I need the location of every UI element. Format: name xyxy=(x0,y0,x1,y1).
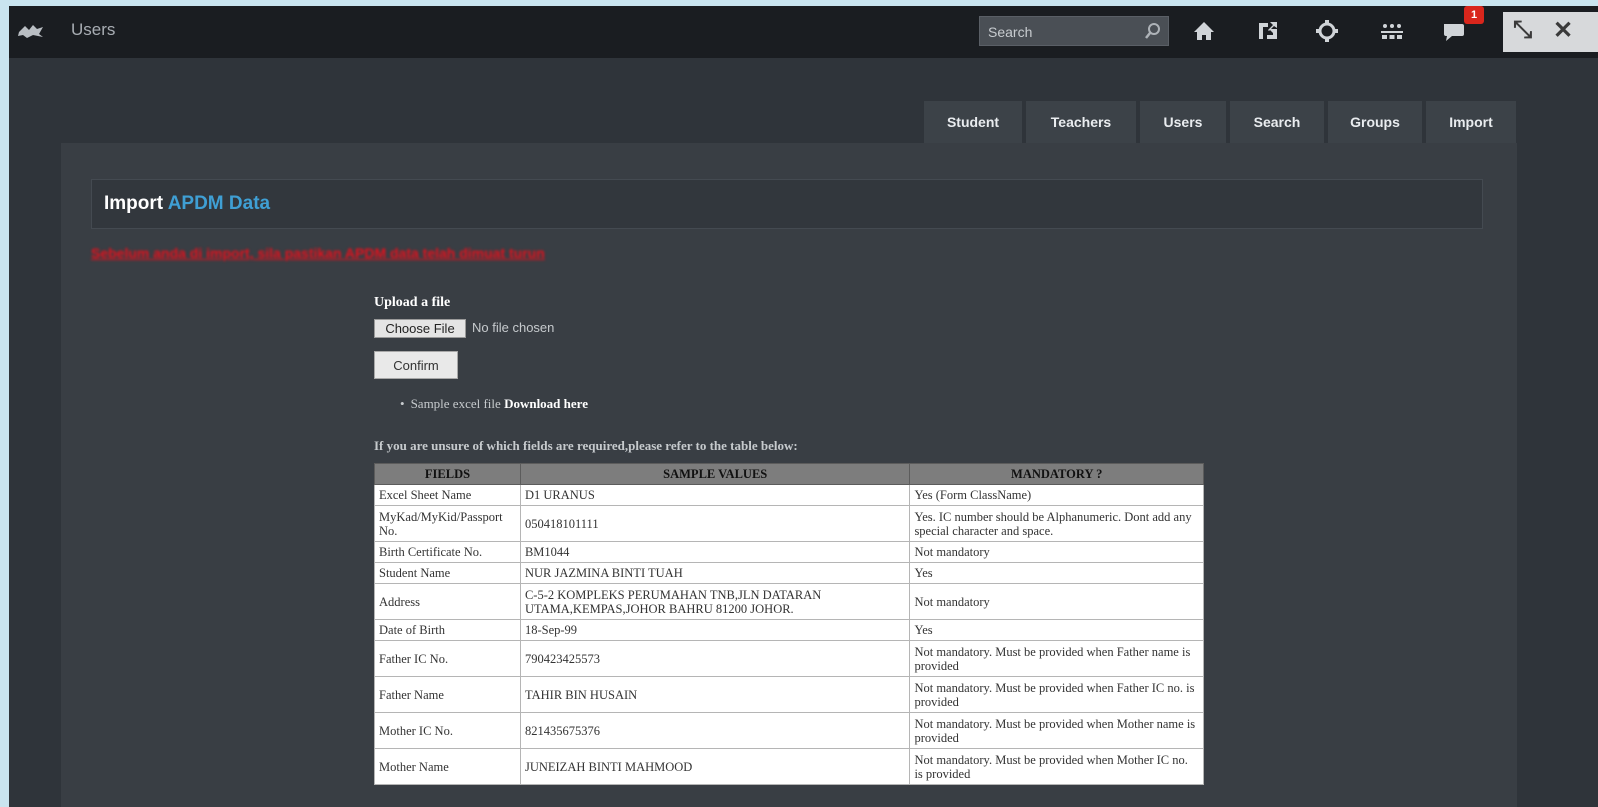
mandatory-cell: Not mandatory. Must be provided when Fat… xyxy=(909,676,1204,713)
mandatory-cell: Yes (Form ClassName) xyxy=(909,484,1204,506)
field-cell: Mother IC No. xyxy=(374,712,521,749)
sample-cell: 18-Sep-99 xyxy=(519,619,911,641)
table-row: Date of Birth 18-Sep-99 Yes xyxy=(374,619,1204,641)
table-row: Mother IC No. 821435675376 Not mandatory… xyxy=(374,712,1204,749)
tab-groups[interactable]: Groups xyxy=(1328,101,1422,143)
field-cell: Excel Sheet Name xyxy=(374,484,521,506)
table-row: Excel Sheet Name D1 URANUS Yes (Form Cla… xyxy=(374,484,1204,506)
field-cell: Date of Birth xyxy=(374,619,521,641)
mandatory-cell: Yes xyxy=(909,562,1204,584)
sample-text: Sample excel file xyxy=(410,396,501,411)
table-row: Birth Certificate No. BM1044 Not mandato… xyxy=(374,541,1204,563)
import-panel: Import APDM Data Sebelum anda di import,… xyxy=(61,143,1517,807)
field-cell: Birth Certificate No. xyxy=(374,541,521,563)
sample-cell: D1 URANUS xyxy=(519,484,911,506)
share-icon[interactable] xyxy=(1255,18,1281,44)
logo-icon[interactable] xyxy=(17,22,45,40)
table-row: Address C-5-2 KOMPLEKS PERUMAHAN TNB,JLN… xyxy=(374,583,1204,620)
app-window: Users 1 xyxy=(9,6,1598,807)
upload-label: Upload a file xyxy=(374,295,451,310)
sample-cell: 821435675376 xyxy=(519,712,911,749)
table-header-row: FIELDS SAMPLE VALUES MANDATORY ? xyxy=(374,463,1204,485)
download-link[interactable]: Download here xyxy=(504,396,588,411)
settings-icon[interactable] xyxy=(1314,18,1340,44)
table-row: Father Name TAHIR BIN HUSAIN Not mandato… xyxy=(374,676,1204,713)
title-prefix: Import xyxy=(104,193,164,214)
tab-teachers[interactable]: Teachers xyxy=(1026,101,1136,143)
mandatory-cell: Not mandatory. Must be provided when Fat… xyxy=(909,640,1204,677)
app-title: Users xyxy=(71,20,116,39)
sample-cell: JUNEIZAH BINTI MAHMOOD xyxy=(519,748,911,785)
window-controls: ⤡ ✕ xyxy=(1503,12,1598,52)
tab-search[interactable]: Search xyxy=(1230,101,1324,143)
field-cell: MyKad/MyKid/Passport No. xyxy=(374,505,521,542)
title-accent: APDM Data xyxy=(167,193,271,214)
confirm-button[interactable]: Confirm xyxy=(374,351,458,379)
sample-file-line: • Sample excel file Download here xyxy=(400,396,588,412)
home-icon[interactable] xyxy=(1191,18,1217,44)
table-row: Father IC No. 790423425573 Not mandatory… xyxy=(374,640,1204,677)
field-cell: Address xyxy=(374,583,521,620)
tab-import[interactable]: Import xyxy=(1426,101,1516,143)
tab-student[interactable]: Student xyxy=(924,101,1022,143)
close-icon[interactable]: ✕ xyxy=(1553,16,1573,45)
messages-icon[interactable] xyxy=(1441,18,1467,44)
sample-cell: 050418101111 xyxy=(519,505,911,542)
mandatory-cell: Not mandatory xyxy=(909,583,1204,620)
table-row: MyKad/MyKid/Passport No. 050418101111 Ye… xyxy=(374,505,1204,542)
warning-message: Sebelum anda di import, sila pastikan AP… xyxy=(91,245,545,261)
page-header: Import APDM Data xyxy=(91,179,1483,229)
mandatory-cell: Not mandatory. Must be provided when Mot… xyxy=(909,748,1204,785)
sample-cell: 790423425573 xyxy=(519,640,911,677)
search-icon[interactable] xyxy=(1144,22,1162,40)
notification-badge[interactable]: 1 xyxy=(1464,6,1484,24)
search-input[interactable] xyxy=(986,22,1140,42)
table-row: Mother Name JUNEIZAH BINTI MAHMOOD Not m… xyxy=(374,748,1204,785)
people-icon[interactable] xyxy=(1379,18,1405,44)
mandatory-cell: Yes. IC number should be Alphanumeric. D… xyxy=(909,505,1204,542)
header-mandatory: MANDATORY ? xyxy=(909,463,1204,485)
field-cell: Father IC No. xyxy=(374,640,521,677)
no-file-text: No file chosen xyxy=(472,320,555,335)
sample-cell: TAHIR BIN HUSAIN xyxy=(519,676,911,713)
header-sample-values: SAMPLE VALUES xyxy=(519,463,911,485)
field-cell: Mother Name xyxy=(374,748,521,785)
bullet: • xyxy=(400,396,405,411)
refer-text: If you are unsure of which fields are re… xyxy=(374,438,798,453)
collapse-icon[interactable]: ⤡ xyxy=(1513,16,1532,44)
field-cell: Father Name xyxy=(374,676,521,713)
fields-table: FIELDS SAMPLE VALUES MANDATORY ? Excel S… xyxy=(374,463,1204,785)
header-fields: FIELDS xyxy=(374,463,521,485)
top-bar: Users 1 xyxy=(9,6,1598,58)
sample-cell: BM1044 xyxy=(519,541,911,563)
mandatory-cell: Yes xyxy=(909,619,1204,641)
field-cell: Student Name xyxy=(374,562,521,584)
mandatory-cell: Not mandatory xyxy=(909,541,1204,563)
sample-cell: C-5-2 KOMPLEKS PERUMAHAN TNB,JLN DATARAN… xyxy=(519,583,911,620)
choose-file-button[interactable]: Choose File xyxy=(374,319,466,338)
sample-cell: NUR JAZMINA BINTI TUAH xyxy=(519,562,911,584)
search-box[interactable] xyxy=(979,16,1169,46)
page-title: Import APDM Data xyxy=(104,193,270,215)
mandatory-cell: Not mandatory. Must be provided when Mot… xyxy=(909,712,1204,749)
tab-users[interactable]: Users xyxy=(1140,101,1226,143)
table-row: Student Name NUR JAZMINA BINTI TUAH Yes xyxy=(374,562,1204,584)
